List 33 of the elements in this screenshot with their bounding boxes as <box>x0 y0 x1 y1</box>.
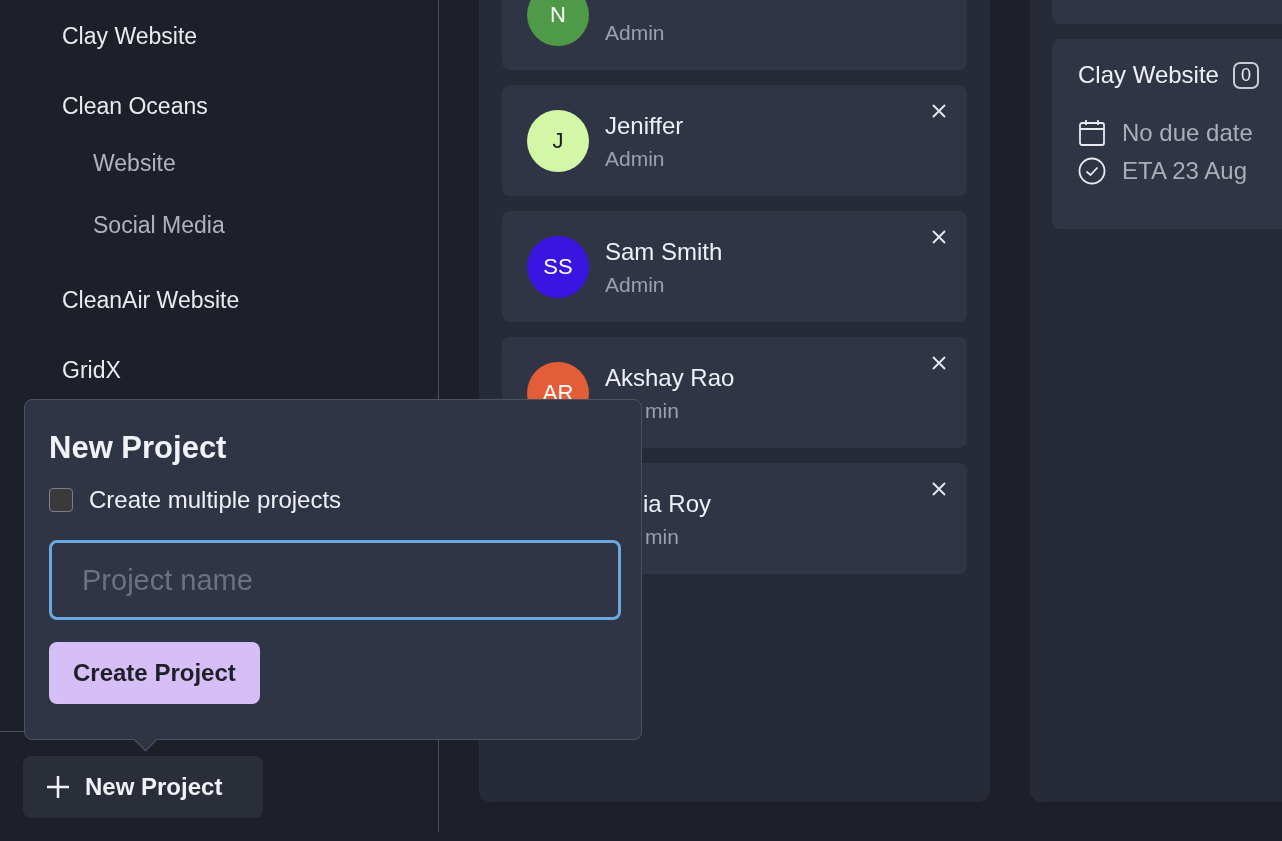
member-role: Admin <box>605 272 665 296</box>
member-role: min <box>645 524 679 548</box>
avatar: J <box>527 109 589 172</box>
count-badge: 0 <box>1232 61 1259 89</box>
calendar-icon <box>1078 119 1106 147</box>
sidebar-project[interactable]: Clay Website <box>62 18 438 88</box>
member-name: Jeniffer <box>605 110 684 141</box>
close-icon[interactable] <box>931 229 947 245</box>
check-circle-icon <box>1078 157 1106 185</box>
member-name: Akshay Rao <box>605 362 735 393</box>
member-name: Sam Smith <box>605 236 723 267</box>
checkbox[interactable] <box>49 488 73 512</box>
eta-text: ETA 23 Aug <box>1122 157 1247 185</box>
member-role: Admin <box>605 20 665 44</box>
member-name: ia Roy <box>643 488 712 519</box>
avatar: N <box>527 0 589 46</box>
sidebar-subproject[interactable]: Social Media <box>62 212 438 274</box>
new-project-button[interactable]: New Project <box>23 756 263 818</box>
member-role: min <box>645 398 679 422</box>
due-date: No due date <box>1122 119 1253 147</box>
project-name-field[interactable]: Project name <box>49 540 621 620</box>
popover-title: New Project <box>49 430 228 466</box>
project-title: Clay Website <box>1078 61 1219 89</box>
plus-icon <box>45 774 71 800</box>
close-icon[interactable] <box>931 481 947 497</box>
member-role: Admin <box>605 146 665 170</box>
close-icon[interactable] <box>931 355 947 371</box>
create-project-button[interactable]: Create Project <box>49 642 260 704</box>
avatar: SS <box>527 235 589 298</box>
close-icon[interactable] <box>931 103 947 119</box>
checkbox-label: Create multiple projects <box>89 486 342 514</box>
sidebar-subproject[interactable]: Website <box>62 150 438 212</box>
sidebar-project[interactable]: CleanAir Website <box>62 282 438 352</box>
